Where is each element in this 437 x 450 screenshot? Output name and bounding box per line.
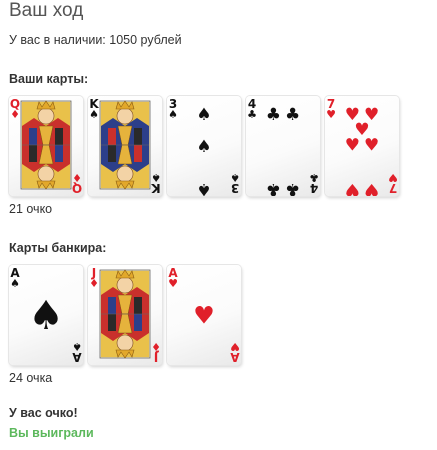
face-card-portrait xyxy=(99,269,151,359)
clubs-pip-icon: ♣ xyxy=(266,179,281,196)
dealer-card-a-of-hearts: A ♥ A ♥ ♥ xyxy=(167,265,241,365)
clubs-pip-icon: ♣ xyxy=(285,105,300,125)
hearts-icon: ♥ xyxy=(168,277,178,290)
clubs-icon: ♣ xyxy=(309,171,319,184)
player-card-q-of-diamonds: Q ♦ Q ♦ xyxy=(9,96,83,196)
player-cards-heading: Ваши карты: xyxy=(9,72,89,86)
hearts-pip-icon: ♥ xyxy=(364,179,379,196)
spades-icon: ♠ xyxy=(151,171,161,184)
spades-icon: ♠ xyxy=(89,108,99,121)
dealer-cards-heading: Карты банкира: xyxy=(9,241,107,255)
result-status: У вас очко! xyxy=(9,406,78,420)
page-title: Ваш ход xyxy=(9,0,84,21)
player-card-k-of-spades: K ♠ K ♠ xyxy=(88,96,162,196)
spades-pip-icon: ♠ xyxy=(196,179,211,196)
hearts-pip-icon: ♥ xyxy=(193,301,215,329)
hearts-icon: ♥ xyxy=(388,171,398,184)
diamonds-icon: ♦ xyxy=(151,340,161,353)
diamonds-icon: ♦ xyxy=(72,171,82,184)
player-points: 21 очко xyxy=(9,202,53,216)
spades-icon: ♠ xyxy=(168,108,178,121)
result-outcome: Вы выиграли xyxy=(9,426,94,440)
clubs-pip-icon: ♣ xyxy=(266,105,281,125)
diamonds-icon: ♦ xyxy=(10,108,20,121)
spades-pip-icon: ♠ xyxy=(28,293,64,339)
face-card-portrait xyxy=(99,100,151,190)
face-card-portrait xyxy=(20,100,72,190)
player-card-7-of-hearts: 7 ♥ 7 ♥ ♥ ♥ ♥ ♥ ♥ ♥ ♥ xyxy=(325,96,399,196)
spades-icon: ♠ xyxy=(230,171,240,184)
balance-text: У вас в наличии: 1050 рублей xyxy=(9,33,182,47)
clubs-icon: ♣ xyxy=(247,108,257,121)
player-card-4-of-clubs: 4 ♣ 4 ♣ ♣ ♣ ♣ ♣ xyxy=(246,96,320,196)
spades-pip-icon: ♠ xyxy=(196,137,211,157)
clubs-pip-icon: ♣ xyxy=(285,179,300,196)
spades-icon: ♠ xyxy=(10,277,20,290)
hearts-pip-icon: ♥ xyxy=(345,135,360,155)
hearts-icon: ♥ xyxy=(230,340,240,353)
dealer-points: 24 очка xyxy=(9,371,53,385)
dealer-card-a-of-spades: A ♠ A ♠ ♠ xyxy=(9,265,83,365)
hearts-pip-icon: ♥ xyxy=(364,135,379,155)
player-card-3-of-spades: 3 ♠ 3 ♠ ♠ ♠ ♠ xyxy=(167,96,241,196)
hearts-icon: ♥ xyxy=(326,108,336,121)
spades-pip-icon: ♠ xyxy=(196,105,211,125)
spades-icon: ♠ xyxy=(72,340,82,353)
hearts-pip-icon: ♥ xyxy=(345,179,360,196)
diamonds-icon: ♦ xyxy=(89,277,99,290)
dealer-card-j-of-diamonds: J ♦ J ♦ xyxy=(88,265,162,365)
